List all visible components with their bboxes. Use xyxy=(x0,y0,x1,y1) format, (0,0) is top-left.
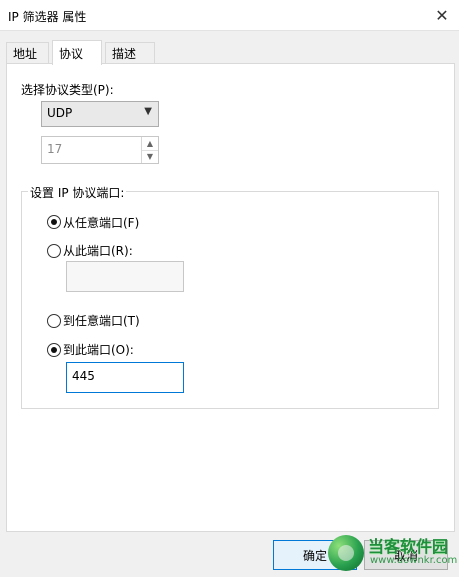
from-this-port-radio[interactable] xyxy=(47,244,61,258)
title-bar: IP 筛选器 属性 ✕ xyxy=(0,0,459,31)
protocol-number-value: 17 xyxy=(47,142,63,156)
stepper-buttons: ▲ ▼ xyxy=(141,137,158,163)
chevron-down-icon: ▼ xyxy=(144,106,152,117)
protocol-type-label: 选择协议类型(P): xyxy=(21,83,114,97)
to-this-port-label: 到此端口(O): xyxy=(63,343,134,357)
to-any-port-radio[interactable] xyxy=(47,314,61,328)
watermark-logo-icon xyxy=(328,535,364,571)
window-title: IP 筛选器 属性 xyxy=(8,10,87,24)
tab-description[interactable]: 描述 xyxy=(105,42,155,63)
watermark-title: 当客软件园 xyxy=(368,537,449,556)
from-this-port-label: 从此端口(R): xyxy=(63,244,133,258)
watermark: 当客软件园 www.downkr.com xyxy=(328,533,457,573)
protocol-type-select[interactable]: UDP ▼ xyxy=(41,101,159,127)
protocol-type-value: UDP xyxy=(47,106,73,120)
watermark-url: www.downkr.com xyxy=(370,555,458,566)
tab-address[interactable]: 地址 xyxy=(6,42,49,63)
to-this-port-input[interactable]: 445 xyxy=(66,362,184,393)
radio-selected-icon xyxy=(51,347,57,353)
to-this-port-radio[interactable] xyxy=(47,343,61,357)
from-any-port-label: 从任意端口(F) xyxy=(63,216,140,230)
stepper-up-icon[interactable]: ▲ xyxy=(142,137,158,151)
close-icon[interactable]: ✕ xyxy=(425,0,459,30)
protocol-number-stepper[interactable]: 17 ▲ ▼ xyxy=(41,136,159,164)
to-this-port-value: 445 xyxy=(72,369,95,383)
to-any-port-label: 到任意端口(T) xyxy=(63,314,140,328)
tab-protocol[interactable]: 协议 xyxy=(52,40,102,65)
stepper-down-icon[interactable]: ▼ xyxy=(142,150,158,163)
radio-selected-icon xyxy=(51,219,57,225)
port-settings-group-label: 设置 IP 协议端口: xyxy=(28,184,127,201)
from-this-port-input[interactable] xyxy=(66,261,184,292)
from-any-port-radio[interactable] xyxy=(47,215,61,229)
